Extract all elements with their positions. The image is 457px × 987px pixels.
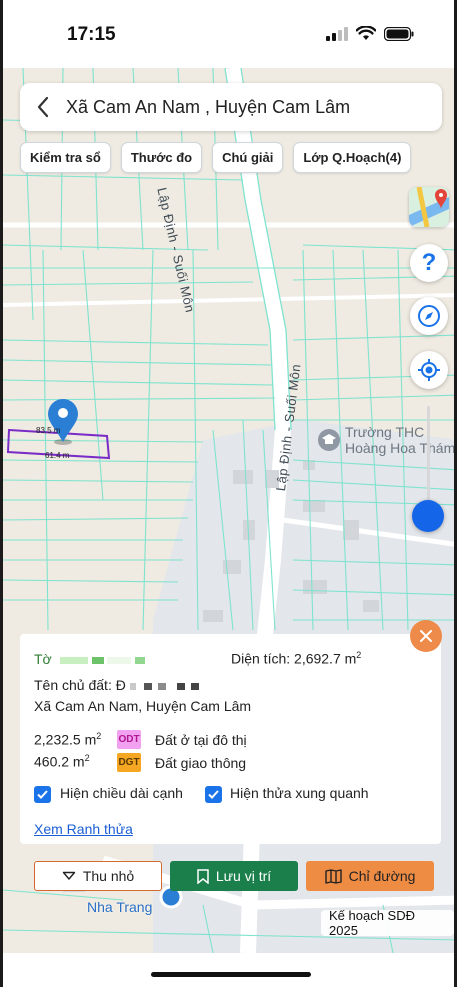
land-use-code-odt: ODT: [117, 730, 141, 749]
map-icon: [324, 868, 342, 884]
land-use-area-2: 460.2 m2: [34, 753, 90, 770]
checkbox-checked-icon: [208, 790, 219, 799]
show-edge-length-label[interactable]: Hiện chiều dài cạnh: [60, 785, 183, 801]
check-certificate-button[interactable]: Kiểm tra sổ: [20, 142, 111, 173]
status-time: 17:15: [67, 24, 116, 45]
wifi-icon: [356, 26, 376, 40]
compass-button[interactable]: [410, 297, 448, 335]
opacity-slider-thumb[interactable]: [412, 500, 444, 532]
action-bar: Thu nhỏ Lưu vị trí Chỉ đường: [34, 861, 434, 891]
compass-icon: [418, 305, 440, 327]
land-use-desc-2: Đất giao thông: [155, 755, 247, 771]
measure-button[interactable]: Thước đo: [120, 142, 203, 173]
help-button[interactable]: ?: [410, 244, 448, 282]
plot-edge-length-bottom: 61.4 m: [45, 451, 70, 460]
redacted-value-3: [107, 656, 132, 664]
bookmark-icon: [197, 868, 209, 884]
poi-school-label-line2: Hoàng Hoa Thám: [345, 440, 454, 456]
collapse-button-label: Thu nhỏ: [82, 868, 135, 884]
directions-button[interactable]: Chỉ đường: [306, 861, 434, 891]
area-total-value: Diện tích: 2,692.7 m: [231, 650, 357, 667]
help-icon: ?: [421, 249, 437, 276]
back-arrow-icon: [37, 96, 49, 118]
collapse-button[interactable]: Thu nhỏ: [34, 861, 162, 891]
show-neighbors-label[interactable]: Hiện thửa xung quanh: [230, 785, 369, 801]
save-location-button[interactable]: Lưu vị trí: [170, 861, 298, 891]
sheet-number-row: Tờ: [34, 651, 146, 667]
area-total: Diện tích: 2,692.7 m2: [231, 650, 361, 667]
land-use-area-1: 2,232.5 m2: [34, 731, 101, 748]
save-location-label: Lưu vị trí: [215, 868, 272, 884]
redacted-value-4: [135, 656, 146, 664]
battery-icon: [384, 26, 414, 41]
redacted-value: [59, 656, 88, 664]
signal-icon: [326, 26, 348, 41]
home-indicator[interactable]: [151, 972, 311, 977]
close-icon: [420, 630, 432, 642]
sheet-label: Tờ: [34, 651, 52, 667]
redacted-value-2: [91, 656, 104, 664]
map-toolbar: Kiểm tra sổ Thước đo Chú giải Lớp Q.Hoạc…: [20, 142, 412, 173]
land-use-area-1-value: 2,232.5 m: [34, 731, 97, 748]
header-title: Xã Cam An Nam , Huyện Cam Lâm: [66, 96, 351, 117]
plan-year-label[interactable]: Kế hoạch SDĐ 2025: [321, 908, 454, 938]
map-layers-icon[interactable]: [409, 187, 449, 227]
checkbox-checked-icon: [37, 790, 48, 799]
redacted-owner-2: [143, 682, 152, 690]
redacted-owner-1: [129, 682, 136, 690]
legend-button[interactable]: Chú giải: [212, 142, 284, 173]
plot-edge-length-top: 83.5 m: [36, 426, 61, 435]
plot-info-panel: Tờ Diện tích: 2,692.7 m2 Tên chủ đất: Đ …: [20, 634, 441, 844]
redacted-owner-4: [177, 682, 186, 690]
owner-row: Tên chủ đất: Đ: [34, 677, 200, 693]
chevron-down-icon: [62, 871, 76, 880]
redacted-owner-5: [191, 682, 200, 690]
view-boundary-link[interactable]: Xem Ranh thửa: [34, 821, 133, 837]
status-icons: [326, 26, 414, 41]
locate-icon: [418, 359, 440, 381]
show-neighbors-checkbox[interactable]: [205, 786, 222, 803]
directions-label: Chỉ đường: [348, 868, 416, 884]
poi-school-label: Trường THC Hoàng Hoa Thám: [345, 424, 454, 456]
land-use-area-1-sup: 2: [96, 731, 102, 741]
phone-screen: 17:15 Lập Định - Suối Môn Lập Định - Suố…: [0, 0, 457, 987]
land-use-area-2-value: 460.2 m: [34, 753, 85, 770]
area-total-unit-sup: 2: [356, 650, 362, 660]
locate-me-button[interactable]: [410, 351, 448, 389]
land-use-code-dgt: DGT: [117, 753, 141, 772]
planning-layer-button[interactable]: Lớp Q.Hoạch(4): [293, 142, 412, 173]
poi-school-label-line1: Trường THC: [345, 424, 425, 440]
address-text: Xã Cam An Nam, Huyện Cam Lâm: [34, 698, 252, 714]
school-icon[interactable]: [318, 429, 340, 451]
land-use-area-2-sup: 2: [84, 753, 90, 763]
redacted-owner-3: [157, 682, 166, 690]
place-label-nha-trang: Nha Trang: [87, 899, 153, 915]
back-button[interactable]: [20, 83, 66, 131]
owner-label: Tên chủ đất: Đ: [34, 677, 126, 693]
status-bar: 17:15: [3, 0, 454, 68]
show-edge-length-checkbox[interactable]: [34, 786, 51, 803]
land-use-desc-1: Đất ở tại đô thị: [155, 732, 247, 748]
close-panel-button[interactable]: [410, 620, 442, 652]
location-header: Xã Cam An Nam , Huyện Cam Lâm: [20, 83, 442, 131]
